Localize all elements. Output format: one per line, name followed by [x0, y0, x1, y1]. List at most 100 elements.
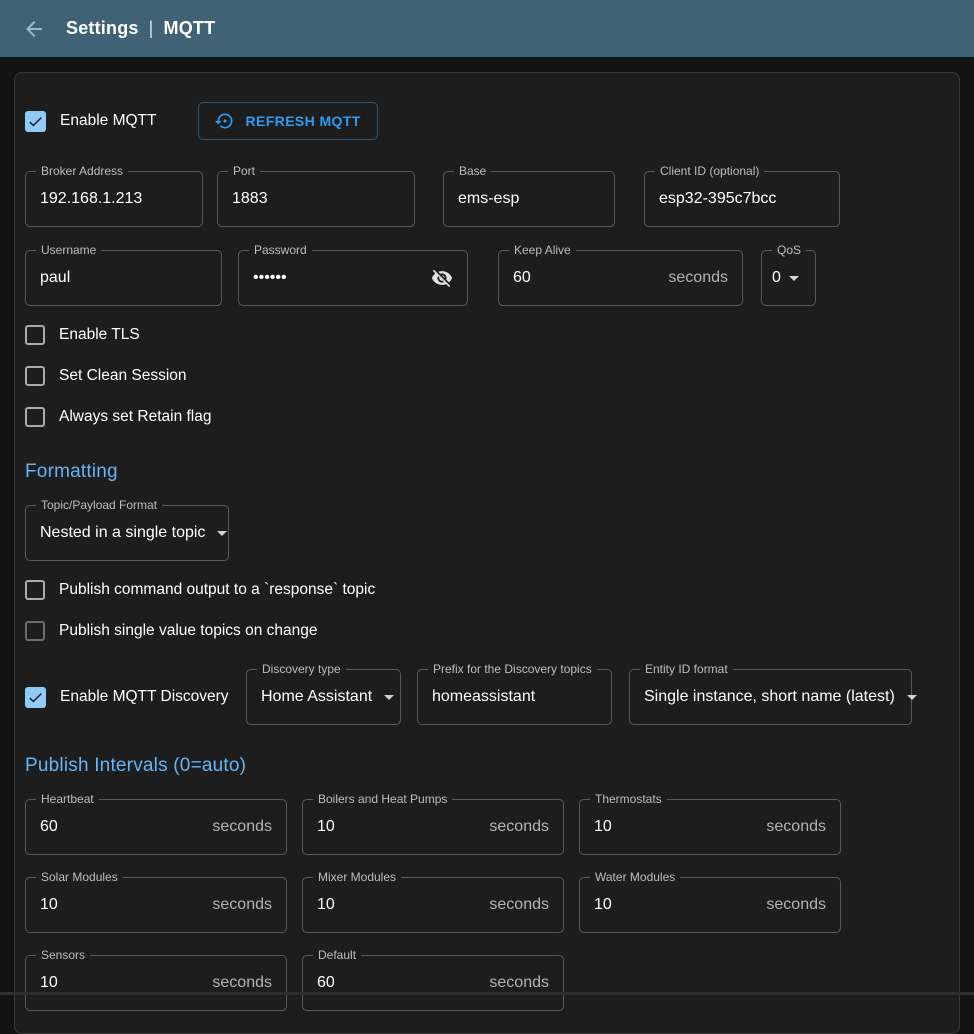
keep-alive-field[interactable]: Keep Alive 60 seconds — [498, 250, 743, 306]
seconds-suffix: seconds — [212, 974, 272, 992]
seconds-suffix: seconds — [766, 818, 826, 836]
app-bar: Settings | MQTT — [0, 0, 974, 57]
entity-id-format-value: Single instance, short name (latest) — [644, 688, 895, 706]
enable-mqtt-checkbox[interactable]: Enable MQTT — [25, 111, 156, 132]
title-settings: Settings — [66, 18, 139, 39]
clean-session-checkbox[interactable]: Set Clean Session — [25, 364, 187, 388]
checkbox-unchecked-icon — [25, 325, 45, 345]
heartbeat-value: 60 — [40, 818, 58, 836]
publish-response-label: Publish command output to a `response` t… — [59, 581, 375, 599]
solar-modules-field[interactable]: Solar Modules 10 seconds — [25, 877, 287, 933]
retain-flag-label: Always set Retain flag — [59, 408, 212, 426]
discovery-prefix-field[interactable]: Prefix for the Discovery topics homeassi… — [417, 669, 612, 725]
username-label: Username — [36, 243, 101, 257]
broker-address-label: Broker Address — [36, 164, 128, 178]
back-button[interactable] — [20, 15, 48, 43]
seconds-suffix: seconds — [212, 896, 272, 914]
default-interval-label: Default — [313, 948, 361, 962]
settings-card: Enable MQTT REFRESH MQTT Broker Address … — [14, 72, 960, 1034]
password-field[interactable]: Password •••••• — [238, 250, 468, 306]
port-label: Port — [228, 164, 260, 178]
topic-format-label: Topic/Payload Format — [36, 498, 162, 512]
port-value: 1883 — [232, 190, 268, 208]
discovery-type-select[interactable]: Discovery type Home Assistant — [246, 669, 401, 725]
topic-format-select[interactable]: Topic/Payload Format Nested in a single … — [25, 505, 229, 561]
enable-tls-label: Enable TLS — [59, 326, 140, 344]
seconds-suffix: seconds — [489, 818, 549, 836]
eye-off-icon — [431, 267, 453, 289]
publish-single-value-label: Publish single value topics on change — [59, 622, 318, 640]
sensors-label: Sensors — [36, 948, 90, 962]
page-title: Settings | MQTT — [66, 18, 215, 39]
base-label: Base — [454, 164, 491, 178]
retain-flag-checkbox[interactable]: Always set Retain flag — [25, 405, 212, 429]
solar-modules-label: Solar Modules — [36, 870, 123, 884]
refresh-mqtt-label: REFRESH MQTT — [245, 113, 360, 129]
qos-select[interactable]: QoS 0 — [761, 250, 816, 306]
sensors-field[interactable]: Sensors 10 seconds — [25, 955, 287, 1011]
entity-id-format-select[interactable]: Entity ID format Single instance, short … — [629, 669, 912, 725]
discovery-prefix-value: homeassistant — [432, 688, 535, 706]
client-id-field[interactable]: Client ID (optional) esp32-395c7bcc — [644, 171, 840, 227]
publish-response-checkbox[interactable]: Publish command output to a `response` t… — [25, 578, 375, 602]
qos-value: 0 — [772, 269, 781, 287]
topic-format-value: Nested in a single topic — [40, 524, 205, 542]
clean-session-label: Set Clean Session — [59, 367, 187, 385]
toggle-password-visibility-button[interactable] — [427, 263, 457, 293]
heartbeat-field[interactable]: Heartbeat 60 seconds — [25, 799, 287, 855]
boilers-label: Boilers and Heat Pumps — [313, 792, 452, 806]
client-id-label: Client ID (optional) — [655, 164, 764, 178]
water-modules-label: Water Modules — [590, 870, 680, 884]
checkbox-unchecked-icon — [25, 407, 45, 427]
refresh-icon — [215, 111, 235, 131]
seconds-suffix: seconds — [489, 896, 549, 914]
thermostats-field[interactable]: Thermostats 10 seconds — [579, 799, 841, 855]
discovery-type-value: Home Assistant — [261, 688, 372, 706]
keep-alive-value: 60 — [513, 269, 531, 287]
seconds-suffix: seconds — [212, 818, 272, 836]
broker-address-value: 192.168.1.213 — [40, 190, 142, 208]
chevron-down-icon — [384, 695, 394, 700]
seconds-suffix: seconds — [766, 896, 826, 914]
chevron-down-icon — [217, 531, 227, 536]
discovery-type-label: Discovery type — [257, 662, 346, 676]
heartbeat-label: Heartbeat — [36, 792, 99, 806]
broker-address-field[interactable]: Broker Address 192.168.1.213 — [25, 171, 203, 227]
checkbox-checked-icon — [25, 111, 46, 132]
water-modules-field[interactable]: Water Modules 10 seconds — [579, 877, 841, 933]
default-interval-value: 60 — [317, 974, 335, 992]
publish-single-value-checkbox[interactable]: Publish single value topics on change — [25, 619, 318, 643]
enable-discovery-checkbox[interactable]: Enable MQTT Discovery — [25, 687, 246, 708]
password-label: Password — [249, 243, 312, 257]
mixer-modules-field[interactable]: Mixer Modules 10 seconds — [302, 877, 564, 933]
boilers-field[interactable]: Boilers and Heat Pumps 10 seconds — [302, 799, 564, 855]
publish-intervals-heading: Publish Intervals (0=auto) — [25, 755, 949, 777]
formatting-heading: Formatting — [25, 461, 949, 483]
sensors-value: 10 — [40, 974, 58, 992]
entity-id-format-label: Entity ID format — [640, 662, 733, 676]
keep-alive-label: Keep Alive — [509, 243, 576, 257]
discovery-prefix-label: Prefix for the Discovery topics — [428, 662, 597, 676]
username-field[interactable]: Username paul — [25, 250, 222, 306]
arrow-back-icon — [22, 17, 46, 41]
checkbox-checked-icon — [25, 687, 46, 708]
chevron-down-icon — [907, 695, 917, 700]
mixer-modules-label: Mixer Modules — [313, 870, 401, 884]
qos-label: QoS — [772, 243, 806, 257]
water-modules-value: 10 — [594, 896, 612, 914]
solar-modules-value: 10 — [40, 896, 58, 914]
base-field[interactable]: Base ems-esp — [443, 171, 615, 227]
keep-alive-suffix: seconds — [668, 269, 728, 287]
title-separator: | — [149, 18, 154, 39]
thermostats-value: 10 — [594, 818, 612, 836]
enable-discovery-label: Enable MQTT Discovery — [60, 688, 229, 706]
password-value: •••••• — [253, 269, 287, 287]
seconds-suffix: seconds — [489, 974, 549, 992]
default-interval-field[interactable]: Default 60 seconds — [302, 955, 564, 1011]
refresh-mqtt-button[interactable]: REFRESH MQTT — [198, 102, 377, 140]
client-id-value: esp32-395c7bcc — [659, 190, 776, 208]
username-value: paul — [40, 269, 70, 287]
chevron-down-icon — [789, 276, 799, 281]
port-field[interactable]: Port 1883 — [217, 171, 415, 227]
enable-tls-checkbox[interactable]: Enable TLS — [25, 323, 140, 347]
